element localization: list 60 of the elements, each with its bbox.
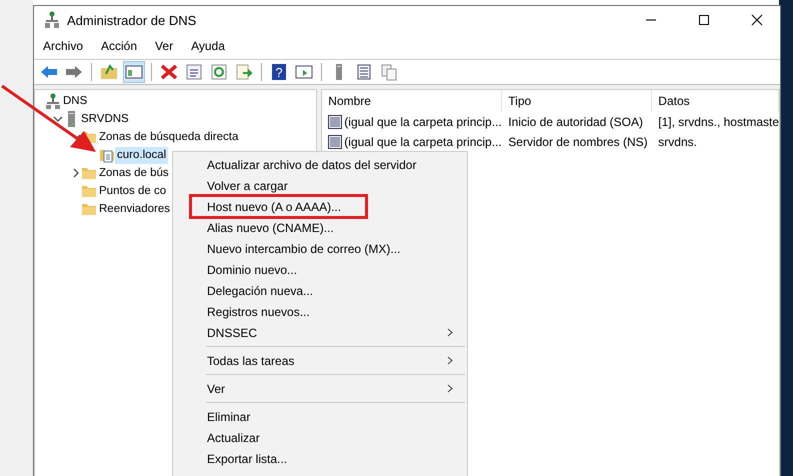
menu-item[interactable]: Ver bbox=[173, 378, 467, 399]
folder-icon bbox=[81, 201, 97, 217]
tree-item[interactable]: Zonas de búsqueda directa bbox=[97, 128, 240, 146]
delete-icon bbox=[160, 63, 178, 81]
menu-item[interactable]: Actualizar archivo de datos del servidor bbox=[173, 154, 467, 175]
list-icon bbox=[355, 63, 373, 81]
menu-item[interactable]: Eliminar bbox=[173, 406, 467, 427]
network-icon bbox=[45, 93, 61, 109]
expand-toggle[interactable] bbox=[53, 114, 63, 124]
table-cell-text: Servidor de nombres (NS) bbox=[507, 135, 649, 149]
menu-item[interactable]: Alias nuevo (CNAME)... bbox=[173, 217, 467, 238]
menu-item[interactable]: Nuevo intercambio de correo (MX)... bbox=[173, 238, 467, 259]
menu-item[interactable]: Acción bbox=[101, 39, 138, 53]
folder-up-icon bbox=[100, 63, 118, 81]
menu-item[interactable]: DNSSEC bbox=[173, 322, 467, 343]
menu-item[interactable]: Dominio nuevo... bbox=[173, 259, 467, 280]
menu-item[interactable]: Host nuevo (A o AAAA)... bbox=[191, 196, 366, 217]
tree-toggle-button[interactable] bbox=[123, 61, 145, 83]
column-header[interactable]: Tipo bbox=[502, 90, 652, 112]
window-title: Administrador de DNS bbox=[67, 12, 196, 28]
record-icon bbox=[328, 135, 342, 149]
table-cell-text: Inicio de autoridad (SOA) bbox=[507, 115, 644, 129]
tree-item[interactable]: DNS bbox=[61, 92, 90, 110]
tree-item[interactable]: curo.local bbox=[115, 146, 168, 164]
close-icon bbox=[751, 14, 763, 26]
record-icon bbox=[328, 115, 342, 129]
menu-item[interactable]: Registros nuevos... bbox=[173, 301, 467, 322]
table-cell: (igual que la carpeta princip... bbox=[344, 135, 502, 149]
tree-item[interactable]: Puntos de co bbox=[97, 182, 168, 200]
menu-item[interactable]: Todas las tareas bbox=[173, 350, 467, 371]
chevron-right-icon bbox=[71, 168, 81, 178]
menu-item[interactable]: Archivo bbox=[43, 39, 84, 53]
pane-icon bbox=[295, 63, 313, 81]
folder-icon bbox=[81, 183, 97, 199]
right-arrow-icon bbox=[65, 63, 83, 81]
table-cell-text: [1], srvdns., hostmaste bbox=[657, 115, 779, 129]
export-icon bbox=[235, 63, 253, 81]
panel-icon bbox=[125, 63, 143, 81]
column-header[interactable]: Nombre bbox=[322, 90, 502, 112]
menu-item[interactable]: Actualizar bbox=[173, 427, 467, 448]
tree-item[interactable]: Reenviadores bbox=[97, 200, 172, 218]
maximize-icon bbox=[698, 14, 710, 26]
network-icon bbox=[44, 11, 60, 29]
menu-item[interactable]: Volver a cargar bbox=[173, 175, 467, 196]
menu-item[interactable]: Delegación nueva... bbox=[173, 280, 467, 301]
expand-toggle[interactable] bbox=[71, 168, 81, 178]
tree-item[interactable]: Zonas de bús bbox=[97, 164, 171, 182]
copy-icon bbox=[380, 63, 398, 81]
tree-item[interactable]: SRVDNS bbox=[79, 110, 131, 128]
folder-icon bbox=[81, 165, 97, 181]
menu-item[interactable]: Exportar lista... bbox=[173, 448, 467, 469]
menu-item[interactable]: Ver bbox=[155, 39, 174, 53]
left-arrow-icon bbox=[40, 63, 58, 81]
refresh-icon bbox=[210, 63, 228, 81]
menu-item[interactable]: Ayuda bbox=[191, 39, 225, 53]
properties-icon bbox=[185, 63, 203, 81]
zone-file-icon bbox=[99, 147, 115, 163]
column-header[interactable]: Datos bbox=[652, 90, 779, 112]
table-cell-text: srvdns. bbox=[657, 135, 698, 149]
table-cell: (igual que la carpeta princip... bbox=[344, 115, 502, 129]
